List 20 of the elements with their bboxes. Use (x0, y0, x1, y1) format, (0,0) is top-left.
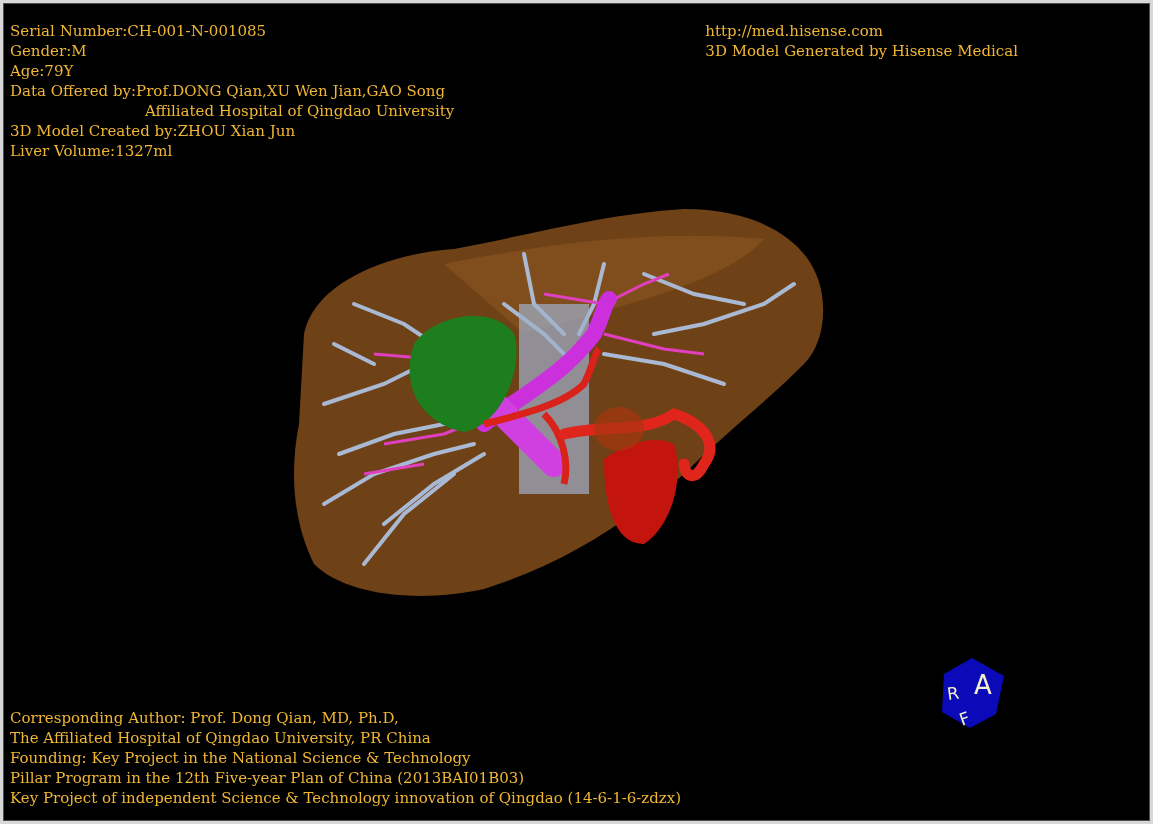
info-text: Data Offered by:Prof.DONG Qian,XU Wen Jian,GAO Song (10, 81, 447, 101)
info-text: Affiliated Hospital of Qingdao University (144, 101, 455, 121)
cube-face-label: R (945, 682, 961, 704)
orientation-cube-icon[interactable] (942, 658, 1004, 728)
info-text: 3D Model Created by:ZHOU Xian Jun (10, 121, 297, 141)
info-text: Serial Number:CH-001-N-001085 (10, 21, 268, 41)
info-text: http://med.hisense.com (705, 21, 884, 41)
3d-viewport[interactable] (3, 3, 1150, 821)
info-text: Gender:M (10, 41, 88, 61)
cube-face-label: F (956, 707, 973, 730)
cube-face-label: A (974, 670, 992, 700)
info-text: The Affiliated Hospital of Qingdao University, PR China (10, 728, 432, 748)
info-text: Founding: Key Project in the National Science & Technology (10, 748, 472, 768)
info-text: Key Project of independent Science & Technology innovation of Qingdao (14-6-1-6-zdzx) (10, 788, 682, 808)
info-text: Corresponding Author: Prof. Dong Qian, MD, Ph.D, (10, 708, 400, 728)
liver-model-drawing[interactable] (294, 209, 824, 596)
info-text: Liver Volume:1327ml (10, 141, 174, 161)
info-text: Pillar Program in the 12th Five-year Plan of China (2013BAI01B03) (10, 768, 526, 788)
info-text: 3D Model Generated by Hisense Medical (705, 41, 1018, 61)
info-text: Age:79Y (10, 61, 75, 81)
